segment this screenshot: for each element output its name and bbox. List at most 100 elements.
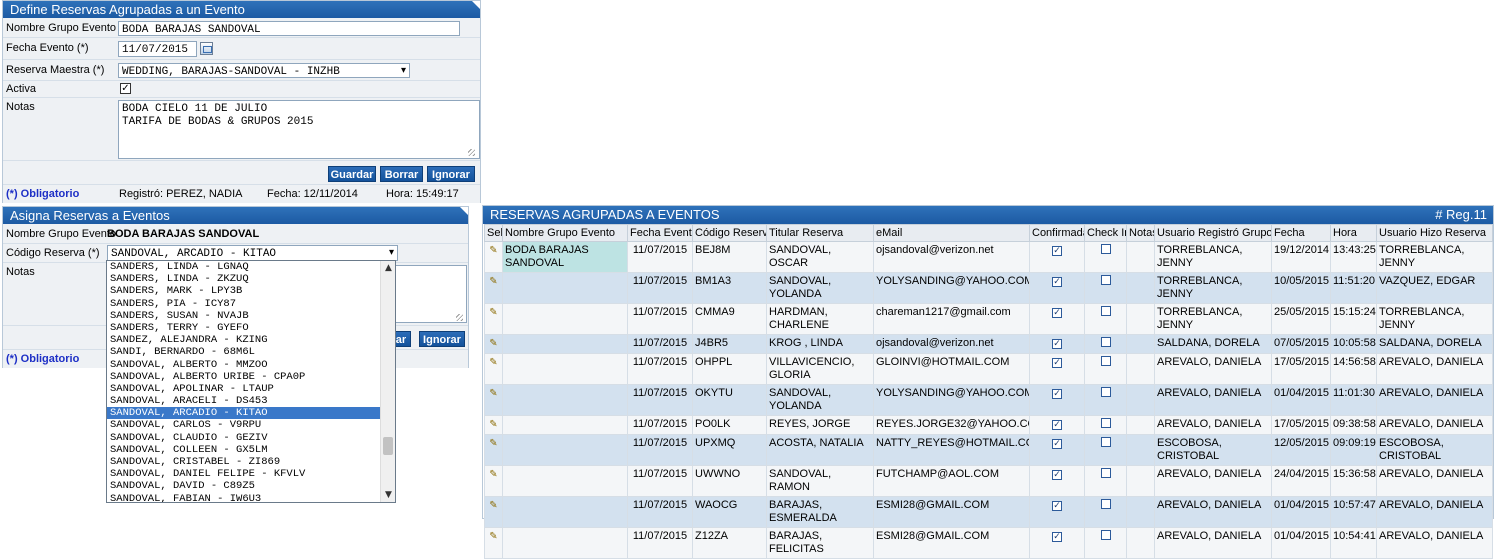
dropdown-scrollbar[interactable]: ▲ ▼ bbox=[380, 261, 395, 502]
col-header[interactable]: Sel bbox=[484, 224, 503, 242]
sel-cell[interactable]: ✎ bbox=[484, 465, 503, 497]
table-row[interactable]: ✎ 11/07/2015 OKYTU SANDOVAL, YOLANDA YOLYSAN… bbox=[484, 384, 1493, 416]
checkin-cell[interactable] bbox=[1084, 496, 1127, 528]
col-header[interactable]: Confirmada bbox=[1029, 224, 1085, 242]
sel-cell[interactable]: ✎ bbox=[484, 241, 503, 273]
confirmada-cell[interactable]: ✓ bbox=[1029, 465, 1085, 497]
dropdown-option[interactable]: SANDERS, TERRY - GYEFO bbox=[107, 322, 395, 334]
confirmada-cell[interactable]: ✓ bbox=[1029, 527, 1085, 559]
reserva-maestra-select[interactable]: WEDDING, BARAJAS-SANDOVAL - INZHB ▾ bbox=[118, 63, 410, 78]
checkin-cell[interactable] bbox=[1084, 434, 1127, 466]
confirmada-cell[interactable]: ✓ bbox=[1029, 496, 1085, 528]
sel-cell[interactable]: ✎ bbox=[484, 384, 503, 416]
table-row[interactable]: ✎ 11/07/2015 OHPPL VILLAVICENCIO, GLORIA GLO… bbox=[484, 353, 1493, 385]
nombre-grupo-input[interactable]: BODA BARAJAS SANDOVAL bbox=[118, 21, 460, 36]
sel-cell[interactable]: ✎ bbox=[484, 434, 503, 466]
guardar-button[interactable]: Guardar bbox=[328, 166, 376, 182]
table-row[interactable]: ✎ 11/07/2015 BM1A3 SANDOVAL, YOLANDA YOLYSAN… bbox=[484, 272, 1493, 304]
dropdown-option[interactable]: SANDERS, PIA - ICY87 bbox=[107, 298, 395, 310]
confirmada-cell[interactable]: ✓ bbox=[1029, 434, 1085, 466]
resize-grip-icon[interactable] bbox=[468, 149, 475, 156]
checkin-checkbox[interactable] bbox=[1100, 468, 1111, 478]
confirmada-checkbox[interactable]: ✓ bbox=[1052, 277, 1062, 287]
col-header[interactable]: Notas bbox=[1126, 224, 1155, 242]
dropdown-option[interactable]: SANDOVAL, ARCADIO - KITAO bbox=[107, 407, 395, 420]
checkin-cell[interactable] bbox=[1084, 272, 1127, 304]
col-header[interactable]: Nombre Grupo Evento bbox=[502, 224, 628, 242]
pencil-icon[interactable]: ✎ bbox=[489, 530, 497, 543]
confirmada-checkbox[interactable]: ✓ bbox=[1052, 358, 1062, 368]
sel-cell[interactable]: ✎ bbox=[484, 272, 503, 304]
checkin-cell[interactable] bbox=[1084, 384, 1127, 416]
pencil-icon[interactable]: ✎ bbox=[489, 468, 497, 481]
confirmada-checkbox[interactable]: ✓ bbox=[1052, 246, 1062, 256]
borrar-button[interactable]: Borrar bbox=[380, 166, 423, 182]
table-row[interactable]: ✎ 11/07/2015 UPXMQ ACOSTA, NATALIA NATTY_REY… bbox=[484, 434, 1493, 466]
sel-cell[interactable]: ✎ bbox=[484, 353, 503, 385]
dropdown-option[interactable]: SANDOVAL, DANIEL FELIPE - KFVLV bbox=[107, 468, 395, 480]
col-header[interactable]: Fecha Evento bbox=[627, 224, 693, 242]
dropdown-option[interactable]: SANDOVAL, ALBERTO URIBE - CPA0P bbox=[107, 371, 395, 383]
dropdown-option[interactable]: SANDI, BERNARDO - 68M6L bbox=[107, 346, 395, 358]
confirmada-checkbox[interactable]: ✓ bbox=[1052, 501, 1062, 511]
pencil-icon[interactable]: ✎ bbox=[489, 387, 497, 400]
confirmada-checkbox[interactable]: ✓ bbox=[1052, 470, 1062, 480]
codigo-reserva-select[interactable]: SANDOVAL, ARCADIO - KITAO ▾ bbox=[107, 245, 398, 261]
col-header[interactable]: Usuario Hizo Reserva bbox=[1376, 224, 1493, 242]
pencil-icon[interactable]: ✎ bbox=[489, 418, 497, 431]
confirmada-checkbox[interactable]: ✓ bbox=[1052, 420, 1062, 430]
checkin-cell[interactable] bbox=[1084, 415, 1127, 435]
confirmada-cell[interactable]: ✓ bbox=[1029, 334, 1085, 354]
checkin-cell[interactable] bbox=[1084, 241, 1127, 273]
dropdown-option[interactable]: SANDOVAL, ARACELI - DS453 bbox=[107, 395, 395, 407]
confirmada-cell[interactable]: ✓ bbox=[1029, 303, 1085, 335]
table-row[interactable]: ✎ 11/07/2015 WAOCG BARAJAS, ESMERALDA ESMI28… bbox=[484, 496, 1493, 528]
confirmada-cell[interactable]: ✓ bbox=[1029, 415, 1085, 435]
dropdown-option[interactable]: SANDOVAL, DAVID - C89Z5 bbox=[107, 480, 395, 492]
sel-cell[interactable]: ✎ bbox=[484, 527, 503, 559]
ignorar-button[interactable]: Ignorar bbox=[427, 166, 475, 182]
pencil-icon[interactable]: ✎ bbox=[489, 337, 497, 350]
resize-grip-icon[interactable] bbox=[456, 314, 463, 321]
checkin-checkbox[interactable] bbox=[1100, 275, 1111, 285]
dropdown-option[interactable]: SANDERS, SUSAN - NVAJB bbox=[107, 310, 395, 322]
fecha-evento-input[interactable]: 11/07/2015 bbox=[118, 41, 197, 57]
confirmada-cell[interactable]: ✓ bbox=[1029, 241, 1085, 273]
confirmada-checkbox[interactable]: ✓ bbox=[1052, 532, 1062, 542]
pencil-icon[interactable]: ✎ bbox=[489, 356, 497, 369]
codigo-reserva-dropdown-list[interactable]: SANDERS, LINDA - LGNAQ SANDERS, LINDA - Z… bbox=[106, 260, 396, 503]
dropdown-option[interactable]: SANDERS, LINDA - LGNAQ bbox=[107, 261, 395, 273]
table-row[interactable]: ✎ BODA BARAJAS SANDOVAL 11/07/2015 BEJ8M SAN… bbox=[484, 241, 1493, 273]
col-header[interactable]: Check In bbox=[1084, 224, 1127, 242]
checkin-checkbox[interactable] bbox=[1100, 306, 1111, 316]
sel-cell[interactable]: ✎ bbox=[484, 303, 503, 335]
dropdown-option[interactable]: SANDEZ, ALEJANDRA - KZING bbox=[107, 334, 395, 346]
dropdown-option[interactable]: SANDOVAL, COLLEEN - GX5LM bbox=[107, 444, 395, 456]
checkin-checkbox[interactable] bbox=[1100, 418, 1111, 428]
scroll-up-icon[interactable]: ▲ bbox=[381, 261, 395, 275]
confirmada-checkbox[interactable]: ✓ bbox=[1052, 339, 1062, 349]
confirmada-checkbox[interactable]: ✓ bbox=[1052, 389, 1062, 399]
table-row[interactable]: ✎ 11/07/2015 J4BR5 KROG , LINDA ojsandoval@v… bbox=[484, 334, 1493, 354]
dropdown-option[interactable]: SANDOVAL, CARLOS - V9RPU bbox=[107, 419, 395, 431]
col-header[interactable]: Titular Reserva bbox=[766, 224, 874, 242]
col-header[interactable]: Código Reserva bbox=[692, 224, 767, 242]
dropdown-option[interactable]: SANDOVAL, CRISTABEL - ZI869 bbox=[107, 456, 395, 468]
checkin-checkbox[interactable] bbox=[1100, 530, 1111, 540]
pencil-icon[interactable]: ✎ bbox=[489, 306, 497, 319]
dropdown-option[interactable]: SANDOVAL, FABIAN - IW6U3 bbox=[107, 493, 395, 502]
checkin-checkbox[interactable] bbox=[1100, 387, 1111, 397]
checkin-checkbox[interactable] bbox=[1100, 437, 1111, 447]
table-row[interactable]: ✎ 11/07/2015 CMMA9 HARDMAN, CHARLENE charema… bbox=[484, 303, 1493, 335]
col-header[interactable]: Fecha bbox=[1271, 224, 1331, 242]
checkin-checkbox[interactable] bbox=[1100, 499, 1111, 509]
confirmada-cell[interactable]: ✓ bbox=[1029, 353, 1085, 385]
table-row[interactable]: ✎ 11/07/2015 UWWNO SANDOVAL, RAMON FUTCHAMP@… bbox=[484, 465, 1493, 497]
checkin-cell[interactable] bbox=[1084, 527, 1127, 559]
pencil-icon[interactable]: ✎ bbox=[489, 244, 497, 257]
checkin-checkbox[interactable] bbox=[1100, 337, 1111, 347]
sel-cell[interactable]: ✎ bbox=[484, 334, 503, 354]
col-header[interactable]: Usuario Registró Grupo bbox=[1154, 224, 1272, 242]
confirmada-checkbox[interactable]: ✓ bbox=[1052, 308, 1062, 318]
col-header[interactable]: Hora bbox=[1330, 224, 1377, 242]
